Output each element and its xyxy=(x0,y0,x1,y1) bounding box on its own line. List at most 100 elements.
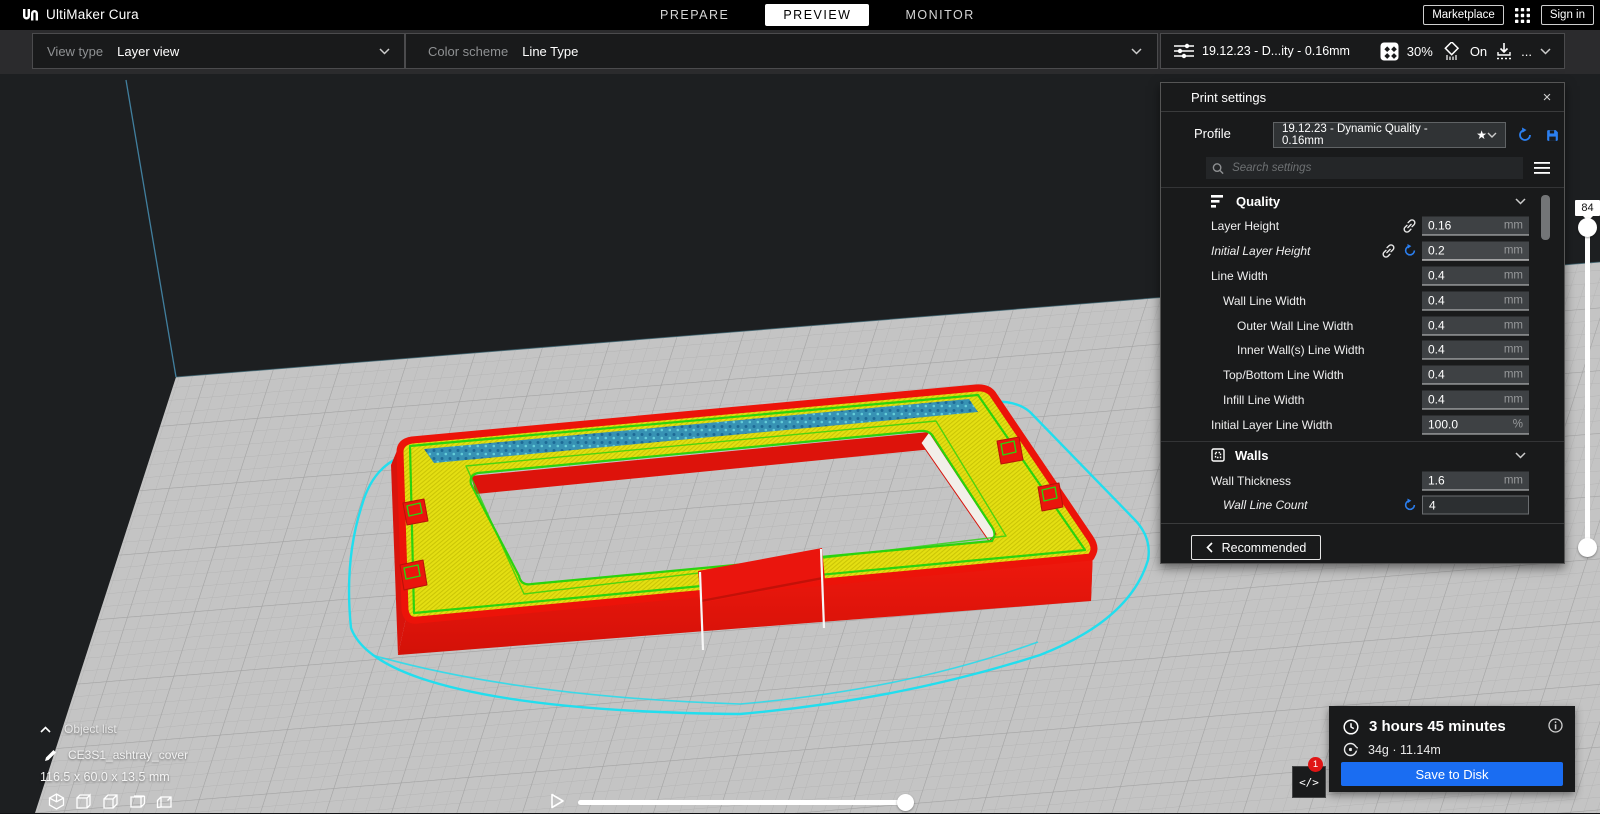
simulation-slider-handle[interactable] xyxy=(897,794,914,811)
panel-title: Print settings xyxy=(1191,90,1267,105)
view-type-dropdown[interactable]: View type Layer view xyxy=(32,33,405,69)
section-title: Walls xyxy=(1235,447,1269,463)
view-3d-icon[interactable] xyxy=(48,793,65,810)
view-type-label: View type xyxy=(47,43,104,59)
layer-slider-bottom-handle[interactable] xyxy=(1578,538,1597,557)
recommended-button[interactable]: Recommended xyxy=(1191,535,1321,560)
applications-grid-icon[interactable] xyxy=(1514,7,1531,24)
sign-in-button[interactable]: Sign in xyxy=(1540,5,1594,25)
marketplace-button[interactable]: Marketplace xyxy=(1423,5,1504,25)
close-icon[interactable]: × xyxy=(1538,88,1556,106)
chevron-up-icon xyxy=(40,725,51,733)
chevron-down-icon xyxy=(1131,47,1142,55)
setting-input-wall-line-count[interactable]: 4 xyxy=(1422,495,1529,515)
setting-input-infill-line-width[interactable]: 0.4 mm xyxy=(1422,390,1529,410)
setting-label: Line Width xyxy=(1211,268,1268,283)
summary-more: ... xyxy=(1521,43,1532,59)
setting-row-initial-layer-height: Initial Layer Height 0.2 mm xyxy=(1161,239,1564,264)
material-usage: 34g · 11.14m xyxy=(1368,742,1441,757)
tab-preview[interactable]: PREVIEW xyxy=(765,4,870,26)
setting-label: Wall Line Width xyxy=(1223,293,1306,308)
setting-input-wall-thickness[interactable]: 1.6 mm xyxy=(1422,471,1529,491)
setting-input-wall-line-width[interactable]: 0.4 mm xyxy=(1422,291,1529,311)
view-options-bar: View type Layer view Color scheme Line T… xyxy=(0,30,1600,74)
setting-row-infill-line-width: Infill Line Width 0.4 mm xyxy=(1161,388,1564,413)
setting-input-layer-height[interactable]: 0.16 mm xyxy=(1422,216,1529,236)
profile-save-icon[interactable] xyxy=(1543,126,1561,144)
summary-profile: 19.12.23 - D...ity - 0.16mm xyxy=(1202,44,1350,58)
chevron-left-icon xyxy=(1205,542,1213,553)
view-right-icon[interactable] xyxy=(156,793,173,810)
view-front-icon[interactable] xyxy=(75,793,92,810)
chevron-down-icon xyxy=(1515,197,1526,205)
setting-row-outer-wall-line-width: Outer Wall Line Width 0.4 mm xyxy=(1161,313,1564,338)
setting-input-inner-wall-line-width[interactable]: 0.4 mm xyxy=(1422,340,1529,360)
setting-label: Outer Wall Line Width xyxy=(1237,318,1354,333)
recommended-label: Recommended xyxy=(1221,540,1307,555)
setting-label: Initial Layer Line Width xyxy=(1211,417,1333,432)
profile-reset-icon[interactable] xyxy=(1516,126,1534,144)
profile-label: Profile xyxy=(1194,126,1231,141)
setting-label: Infill Line Width xyxy=(1223,392,1305,407)
setting-label: Top/Bottom Line Width xyxy=(1223,368,1344,383)
settings-scrollbar[interactable] xyxy=(1541,195,1550,240)
clock-icon xyxy=(1343,718,1359,735)
chevron-down-icon xyxy=(1515,452,1526,459)
revert-icon[interactable] xyxy=(1403,244,1417,258)
section-header-quality[interactable]: Quality xyxy=(1161,187,1564,214)
infill-icon xyxy=(1380,42,1399,60)
print-job-panel: 3 hours 45 minutes 34g · 11.14m Save to … xyxy=(1329,706,1575,792)
ultimaker-logo-icon xyxy=(23,8,38,20)
app-title: UltiMaker Cura xyxy=(46,7,139,22)
material-spool-icon xyxy=(1343,742,1358,757)
setting-row-top-bottom-line-width: Top/Bottom Line Width 0.4 mm xyxy=(1161,363,1564,388)
setting-input-top-bottom-line-width[interactable]: 0.4 mm xyxy=(1422,365,1529,385)
notification-badge: 1 xyxy=(1308,757,1323,772)
color-scheme-dropdown[interactable]: Color scheme Line Type xyxy=(405,33,1158,69)
setting-row-initial-layer-line-width: Initial Layer Line Width 100.0% xyxy=(1161,412,1564,437)
view-top-icon[interactable] xyxy=(102,793,119,810)
setting-label: Initial Layer Height xyxy=(1211,244,1311,259)
settings-menu-icon[interactable] xyxy=(1533,159,1551,177)
summary-support: On xyxy=(1469,43,1488,59)
search-icon xyxy=(1212,162,1224,174)
search-settings-input[interactable] xyxy=(1230,161,1517,175)
info-icon[interactable] xyxy=(1548,718,1563,738)
setting-input-outer-wall-line-width[interactable]: 0.4 mm xyxy=(1422,316,1529,336)
layer-slider-top-handle[interactable] xyxy=(1578,218,1597,237)
object-list-item[interactable]: CE3S1_ashtray_cover xyxy=(44,748,188,762)
print-settings-summary-dropdown[interactable]: 19.12.23 - D...ity - 0.16mm 30% On ... xyxy=(1160,33,1565,69)
setting-input-initial-layer-height[interactable]: 0.2 mm xyxy=(1422,241,1529,261)
setting-input-initial-layer-line-width[interactable]: 100.0% xyxy=(1422,415,1529,435)
panel-divider xyxy=(1161,523,1564,524)
color-scheme-label: Color scheme xyxy=(428,43,509,59)
star-icon: ★ xyxy=(1476,128,1487,142)
top-bar: UltiMaker Cura PREPARE PREVIEW MONITOR M… xyxy=(0,0,1600,30)
object-list-label: Object list xyxy=(64,722,117,736)
settings-list: Quality Layer Height 0.16 mm Initial Laye… xyxy=(1161,183,1564,518)
section-header-walls[interactable]: Walls xyxy=(1161,441,1564,468)
revert-icon[interactable] xyxy=(1403,498,1417,512)
tab-monitor[interactable]: MONITOR xyxy=(893,4,986,26)
play-simulation-icon[interactable] xyxy=(550,793,565,814)
setting-input-line-width[interactable]: 0.4 mm xyxy=(1422,266,1529,286)
object-list-toggle[interactable]: Object list xyxy=(40,722,117,736)
setting-label: Layer Height xyxy=(1211,219,1280,234)
summary-infill: 30% xyxy=(1406,43,1433,59)
simulation-slider-track[interactable] xyxy=(578,800,908,805)
save-to-disk-button[interactable]: Save to Disk xyxy=(1341,762,1563,786)
chevron-down-icon xyxy=(1540,47,1551,55)
view-left-icon[interactable] xyxy=(129,793,146,810)
layer-slider-track[interactable] xyxy=(1585,227,1590,547)
pencil-icon xyxy=(45,749,56,761)
tab-prepare[interactable]: PREPARE xyxy=(648,4,741,26)
setting-row-wall-line-width: Wall Line Width 0.4 mm xyxy=(1161,288,1564,313)
profile-dropdown[interactable]: 19.12.23 - Dynamic Quality - 0.16mm ★ xyxy=(1273,122,1506,148)
view-type-value: Layer view xyxy=(117,43,180,59)
adhesion-icon xyxy=(1497,42,1512,59)
app-logo: UltiMaker Cura xyxy=(22,7,139,22)
chevron-down-icon xyxy=(1487,132,1497,138)
walls-section-icon xyxy=(1211,448,1225,462)
gcode-preview-button[interactable]: </> xyxy=(1292,766,1326,798)
panel-header: Print settings × xyxy=(1161,83,1564,112)
